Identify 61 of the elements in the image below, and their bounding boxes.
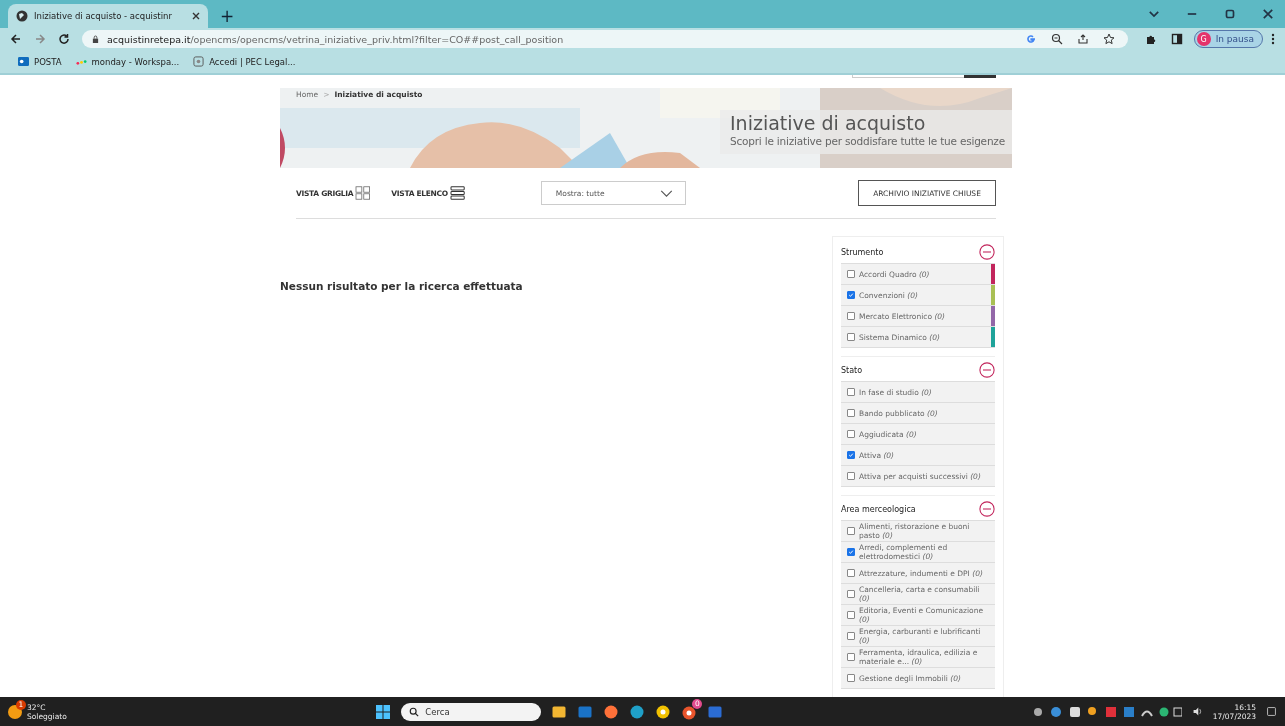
filter-title: Strumento — [841, 247, 884, 257]
chevron-down-icon — [659, 189, 673, 197]
page-subtitle: Scopri le iniziative per soddisfare tutte le tue esigenze — [730, 135, 1006, 147]
no-results-message: Nessun risultato per la ricerca effettuata — [280, 280, 524, 292]
filter-title: Stato — [841, 365, 863, 375]
sidebar-icon[interactable] — [1170, 33, 1183, 45]
profile-button[interactable]: G In pausa — [1193, 30, 1263, 48]
checkbox[interactable] — [847, 674, 855, 682]
star-icon[interactable] — [1102, 33, 1115, 45]
lock-icon — [92, 34, 99, 44]
zoom-icon[interactable] — [1050, 33, 1063, 45]
checkbox[interactable] — [847, 388, 855, 396]
checkbox[interactable] — [847, 409, 855, 417]
mail-icon — [18, 56, 29, 67]
checkbox[interactable] — [847, 430, 855, 438]
taskbar-search-field[interactable]: Cerca — [401, 702, 542, 721]
grid-icon — [355, 186, 372, 200]
checkbox[interactable] — [847, 632, 855, 640]
address-field[interactable]: acquistinretepa.it/opencms/opencms/vetrina_iniziative_priv.html?filter=CO##post_call_position — [82, 30, 1128, 48]
browser-tab[interactable]: Iniziative di acquisto - acquistinr — [8, 4, 208, 28]
puzzle-icon[interactable] — [1144, 33, 1157, 45]
system-tray-drawing[interactable] — [1031, 704, 1182, 719]
collapse-icon[interactable] — [979, 501, 995, 517]
close-icon[interactable] — [1261, 7, 1275, 21]
restore-icon[interactable] — [1223, 7, 1237, 21]
back-icon[interactable] — [10, 33, 22, 45]
menu-icon[interactable] — [1271, 33, 1275, 45]
checkbox[interactable] — [847, 270, 855, 278]
page-title: Iniziative di acquisto — [730, 112, 927, 134]
bookmark-link[interactable]: POSTA — [18, 56, 62, 67]
close-icon[interactable] — [192, 12, 200, 20]
checkbox[interactable] — [847, 590, 855, 598]
share-icon[interactable] — [1076, 33, 1089, 45]
bookmark-link[interactable]: monday - Workspa... — [75, 56, 180, 67]
list-icon — [449, 186, 466, 200]
collapse-icon[interactable] — [979, 244, 995, 260]
app-icon[interactable] — [655, 703, 672, 720]
url-text: acquistinretepa.it/opencms/opencms/vetrina_iniziative_priv.html?filter=CO##post_call_position — [107, 33, 564, 45]
google-icon[interactable] — [1024, 33, 1037, 45]
globe-icon — [16, 10, 28, 22]
search-icon — [409, 706, 420, 717]
checkbox[interactable] — [847, 451, 855, 459]
speaker-icon[interactable] — [1191, 706, 1203, 717]
checkbox[interactable] — [847, 291, 855, 299]
notification-icon[interactable] — [1266, 706, 1277, 717]
checkbox[interactable] — [847, 333, 855, 341]
collapse-icon[interactable] — [979, 362, 995, 378]
bookmark-link[interactable]: Accedi | PEC Legal... — [193, 56, 296, 67]
checkbox[interactable] — [847, 472, 855, 480]
checkbox[interactable] — [847, 611, 855, 619]
checkbox[interactable] — [847, 548, 855, 556]
seal-icon — [193, 56, 205, 67]
app-icon[interactable] — [603, 703, 620, 720]
start-icon[interactable] — [375, 703, 392, 720]
checkbox[interactable] — [847, 527, 855, 535]
filter-title: Area merceologica — [841, 504, 916, 514]
checkbox[interactable] — [847, 569, 855, 577]
checkbox[interactable] — [847, 312, 855, 320]
reload-icon[interactable] — [58, 33, 70, 45]
new-tab-button[interactable]: + — [214, 4, 241, 28]
checkbox[interactable] — [847, 653, 855, 661]
